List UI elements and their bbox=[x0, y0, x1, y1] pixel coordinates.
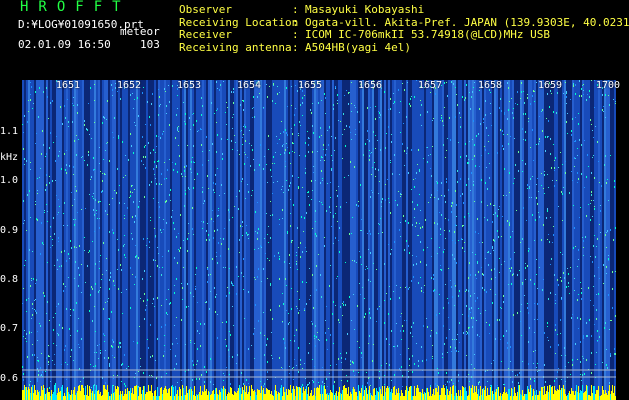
y-tick-label: 1.1 bbox=[0, 126, 19, 137]
receiver-label: Receiver bbox=[179, 28, 232, 41]
info-values: Masayuki Kobayashi Ogata-vill. Akita-Pre… bbox=[305, 3, 629, 54]
header-panel: HROFFT D:¥LOG¥01091650.prt meteor 02.01.… bbox=[0, 0, 629, 76]
x-tick-label: 1656 bbox=[358, 80, 383, 91]
info-colons: :::: bbox=[292, 3, 299, 54]
x-tick-label: 1658 bbox=[478, 80, 503, 91]
x-tick-label: 1655 bbox=[298, 80, 323, 91]
y-tick-label: 0.6 bbox=[0, 373, 19, 384]
observer-label: Observer bbox=[179, 3, 232, 16]
antenna-label: Receiving antenna bbox=[179, 40, 292, 54]
x-tick-label: 1653 bbox=[177, 80, 202, 91]
event-count: 103 bbox=[140, 38, 160, 51]
spectrogram-canvas bbox=[22, 80, 616, 400]
y-tick-label: 0.7 bbox=[0, 323, 19, 334]
y-tick-label: 0.9 bbox=[0, 225, 19, 236]
receiver-value: ICOM IC-706mkII 53.74918(@LCD)MHz USB bbox=[305, 28, 551, 41]
observer-value: Masayuki Kobayashi bbox=[305, 3, 425, 16]
right-margin bbox=[616, 76, 629, 400]
y-tick-label: 1.0 bbox=[0, 175, 19, 186]
date-time: 02.01.09 16:50 bbox=[18, 38, 111, 51]
x-tick-label: 1700 bbox=[596, 80, 621, 91]
app-title: HROFFT bbox=[20, 0, 131, 15]
y-axis: kHz 1.1 1.0 0.9 0.8 0.7 0.6 bbox=[0, 76, 22, 400]
x-tick-label: 1651 bbox=[56, 80, 81, 91]
mode-label: meteor bbox=[120, 25, 160, 38]
x-tick-label: 1659 bbox=[538, 80, 563, 91]
x-tick-label: 1657 bbox=[418, 80, 443, 91]
antenna-value: A504HB(yagi 4el) bbox=[305, 40, 411, 54]
spectrogram[interactable] bbox=[22, 80, 616, 400]
y-tick-label: 0.8 bbox=[0, 274, 19, 285]
x-tick-label: 1652 bbox=[117, 80, 142, 91]
y-unit-label: kHz bbox=[0, 152, 19, 163]
info-labels: Observer Receiving Location Receiver Rec… bbox=[179, 3, 298, 54]
x-tick-label: 1654 bbox=[237, 80, 262, 91]
